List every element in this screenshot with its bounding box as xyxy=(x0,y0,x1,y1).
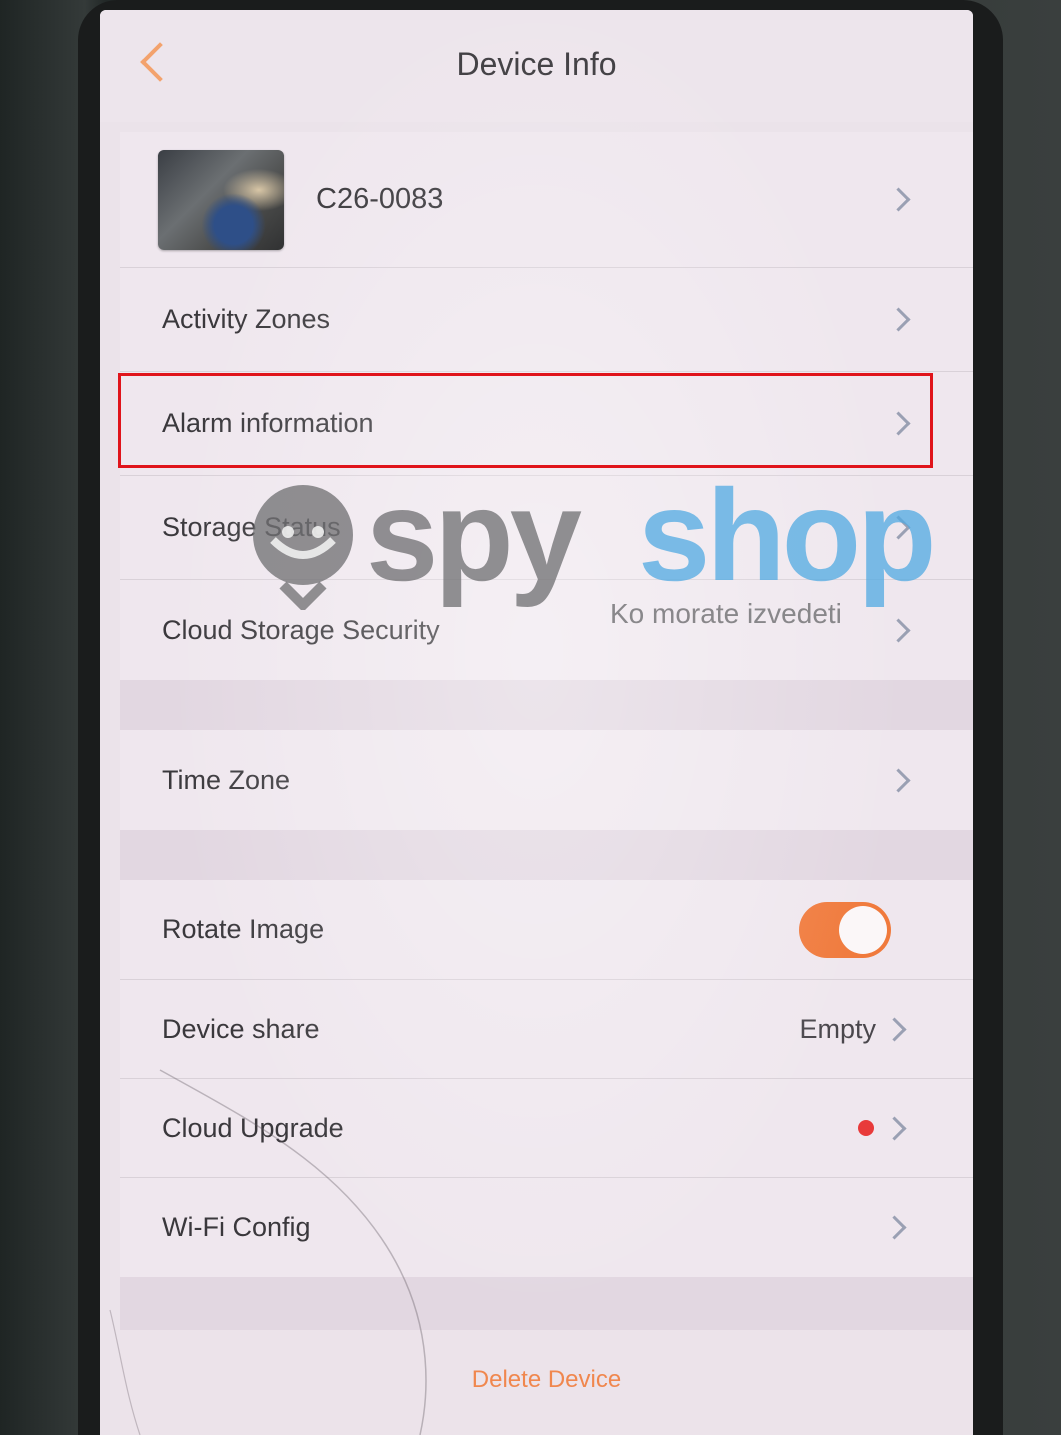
cloud-upgrade-row[interactable]: Cloud Upgrade xyxy=(120,1079,973,1178)
toggle-knob xyxy=(839,905,887,954)
row-label: Time Zone xyxy=(162,764,291,795)
device-share-row[interactable]: Device share Empty xyxy=(120,980,973,1079)
time-zone-row[interactable]: Time Zone xyxy=(120,730,973,830)
row-label: Rotate Image xyxy=(162,914,325,944)
chevron-right-icon xyxy=(886,515,911,540)
time-section: Time Zone xyxy=(120,730,973,830)
row-label: Storage Status xyxy=(162,512,341,542)
phone-screen: Device Info C26-0083 Activity Zones Alar… xyxy=(100,10,973,1435)
activity-zones-row[interactable]: Activity Zones xyxy=(120,268,973,372)
chevron-right-icon xyxy=(886,307,911,332)
section-divider xyxy=(120,1277,973,1330)
notification-dot-icon xyxy=(858,1120,874,1136)
camera-thumbnail xyxy=(158,149,284,250)
delete-device-button[interactable]: Delete Device xyxy=(472,1366,621,1394)
rotate-image-row: Rotate Image xyxy=(120,880,973,980)
row-label: Cloud Upgrade xyxy=(162,1112,344,1143)
section-divider xyxy=(120,830,973,880)
row-label: Cloud Storage Security xyxy=(162,614,440,645)
row-label: Activity Zones xyxy=(162,304,331,334)
row-label: Wi-Fi Config xyxy=(162,1212,311,1242)
cloud-storage-security-row[interactable]: Cloud Storage Security xyxy=(120,580,973,680)
page-title: Device Info xyxy=(456,46,617,82)
rotate-image-toggle[interactable] xyxy=(799,901,891,958)
storage-status-row[interactable]: Storage Status xyxy=(120,476,973,580)
wifi-config-row[interactable]: Wi-Fi Config xyxy=(120,1178,973,1277)
delete-device-row[interactable]: Delete Device xyxy=(120,1330,973,1435)
chevron-right-icon xyxy=(882,1115,907,1141)
device-options-section: Rotate Image Device share Empty Cloud Up… xyxy=(120,880,973,1277)
chevron-right-icon xyxy=(882,1016,907,1042)
highlight-box xyxy=(118,373,933,468)
section-divider xyxy=(120,680,973,730)
row-label: Device share xyxy=(162,1013,320,1044)
chevron-right-icon xyxy=(886,617,911,643)
chevron-right-icon xyxy=(886,187,911,212)
device-share-value: Empty xyxy=(799,1013,876,1044)
device-name: C26-0083 xyxy=(316,183,444,215)
chevron-right-icon xyxy=(886,767,911,793)
device-row[interactable]: C26-0083 xyxy=(120,132,973,268)
header: Device Info xyxy=(100,10,973,122)
chevron-right-icon xyxy=(882,1215,907,1240)
